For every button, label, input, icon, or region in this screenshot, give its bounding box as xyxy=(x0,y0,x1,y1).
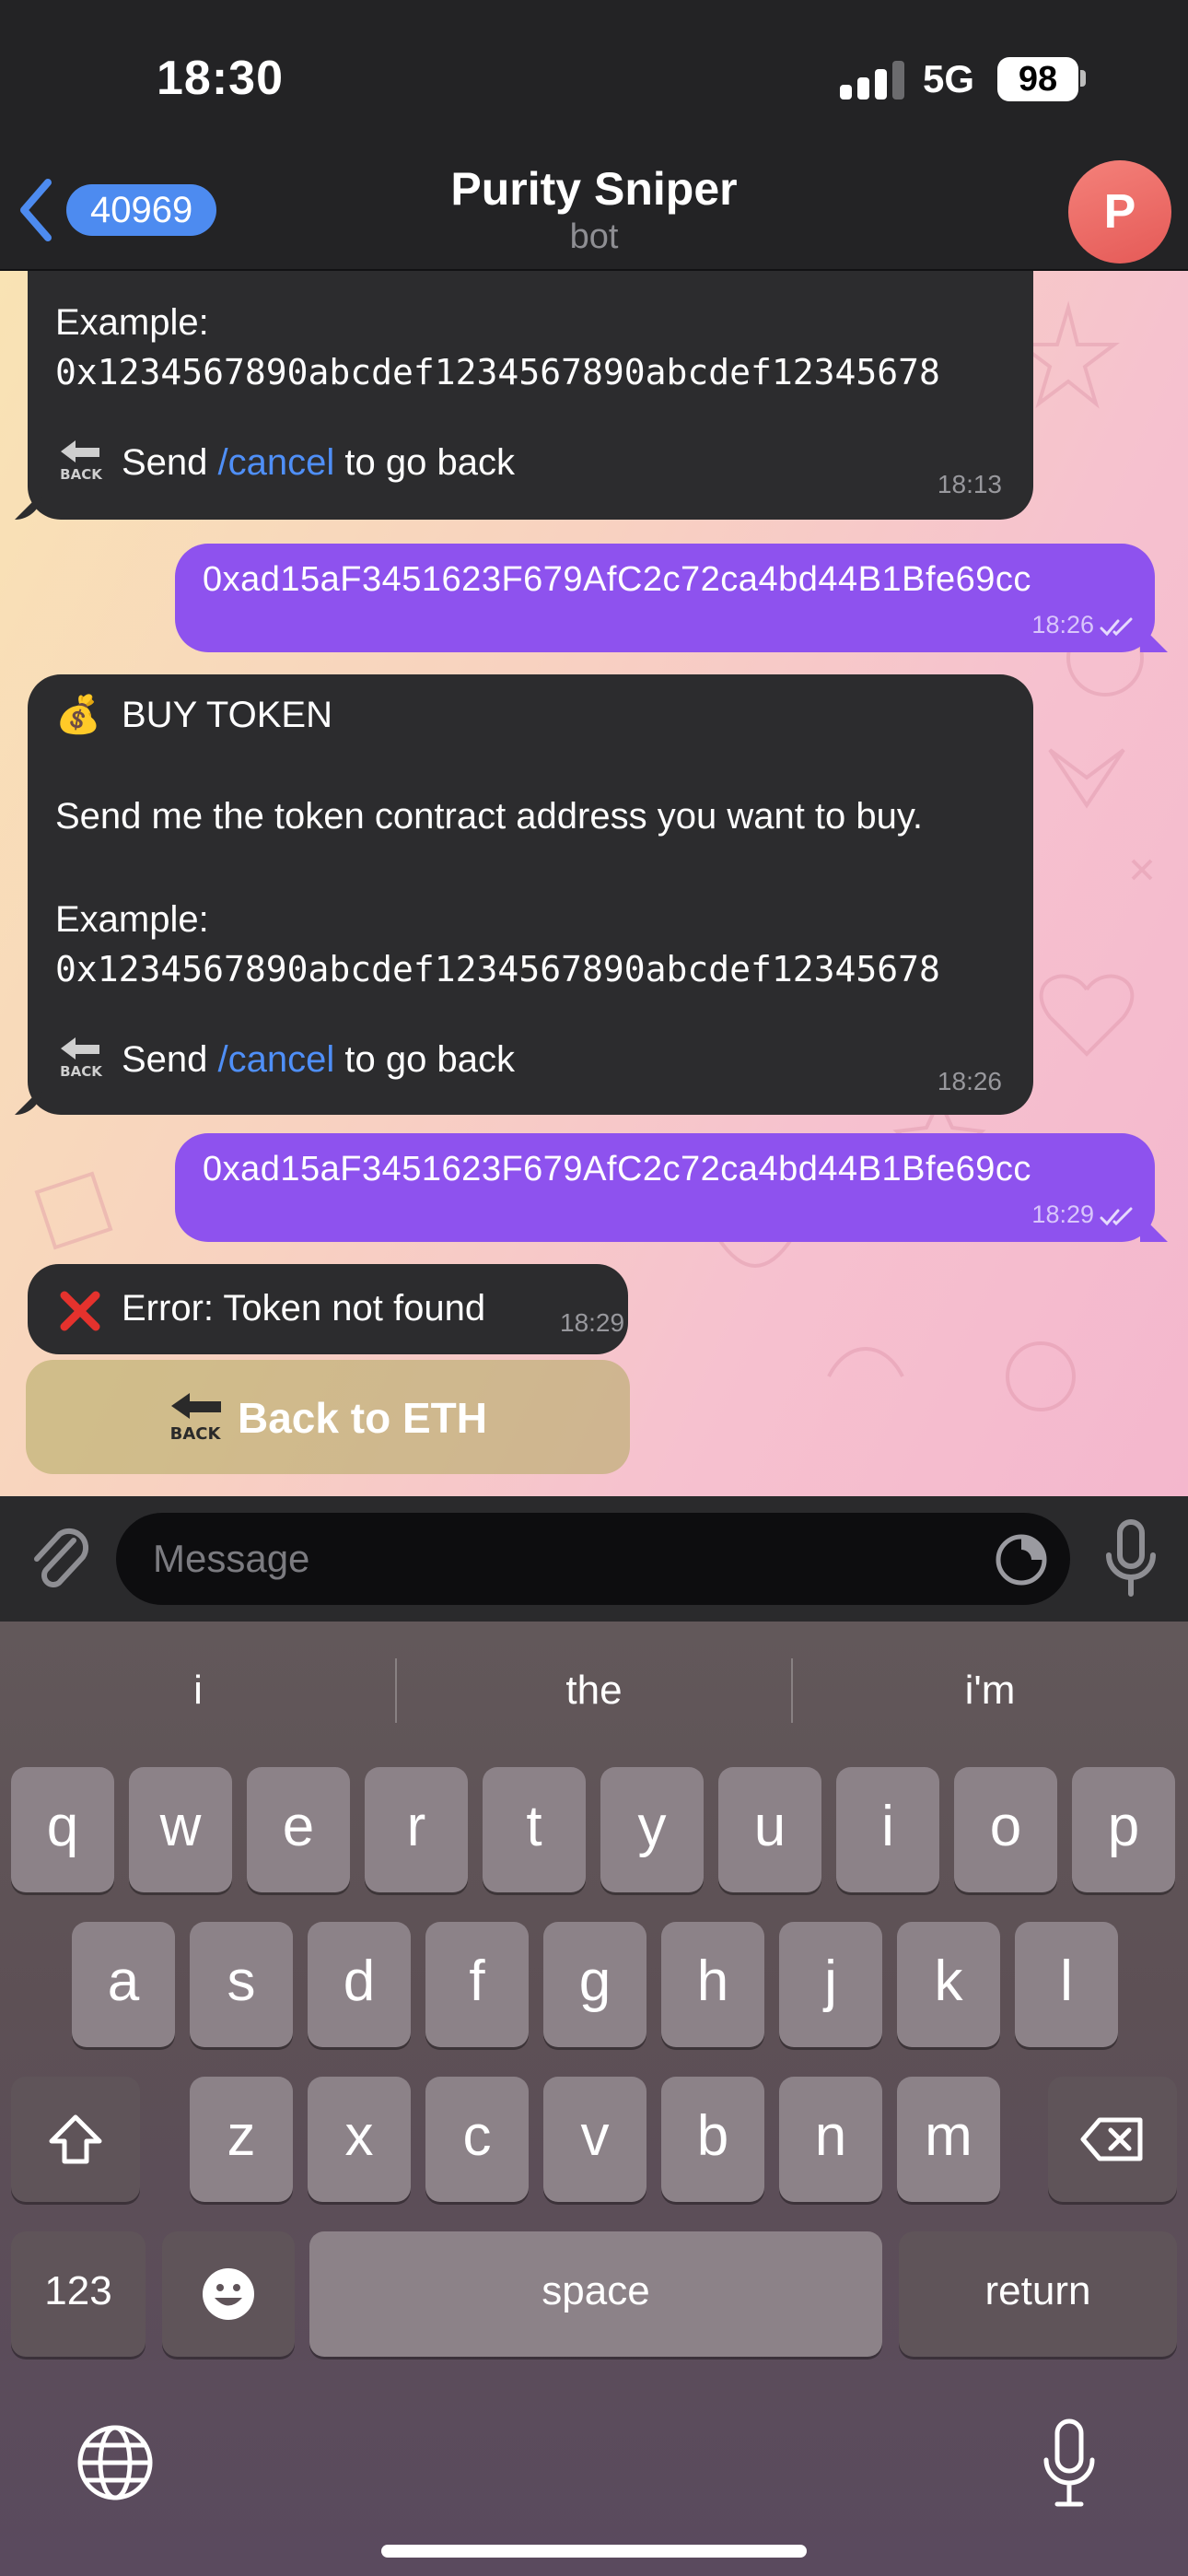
sticker-icon[interactable] xyxy=(993,1531,1050,1588)
key-e[interactable]: e xyxy=(247,1767,350,1892)
dictation-microphone-icon[interactable] xyxy=(1039,2418,1100,2510)
numbers-key[interactable]: 123 xyxy=(11,2231,146,2357)
cancel-suffix: to go back xyxy=(344,1039,515,1080)
suggestion-item[interactable]: i xyxy=(0,1622,396,1760)
network-label: 5G xyxy=(923,57,975,100)
key-c[interactable]: c xyxy=(425,2077,529,2202)
key-q[interactable]: q xyxy=(11,1767,114,1892)
message-body: Send me the token contract address you w… xyxy=(55,796,924,837)
key-y[interactable]: y xyxy=(600,1767,704,1892)
key-g[interactable]: g xyxy=(543,1922,646,2047)
home-indicator xyxy=(381,2545,807,2558)
outgoing-message[interactable]: 0xad15aF3451623F679AfC2c72ca4bd44B1Bfe69… xyxy=(175,1133,1168,1242)
error-message[interactable]: Error: Token not found 18:29 xyxy=(28,1264,628,1354)
message-heading: BUY TOKEN xyxy=(122,695,332,735)
back-emoji-icon: BACK xyxy=(60,1037,103,1080)
chat-area[interactable]: Example: 0x1234567890abcdef1234567890abc… xyxy=(0,271,1188,1496)
incoming-message[interactable]: Example: 0x1234567890abcdef1234567890abc… xyxy=(15,271,1033,520)
example-address: 0x1234567890abcdef1234567890abcdef123456… xyxy=(55,949,940,989)
globe-icon[interactable] xyxy=(76,2423,155,2502)
key-v[interactable]: v xyxy=(543,2077,646,2202)
cancel-prefix: Send xyxy=(122,1039,208,1080)
outgoing-text: 0xad15aF3451623F679AfC2c72ca4bd44B1Bfe69… xyxy=(203,560,1031,599)
chat-subtitle: bot xyxy=(569,217,619,256)
example-address: 0x1234567890abcdef1234567890abcdef123456… xyxy=(55,352,940,392)
chat-title[interactable]: Purity Sniper xyxy=(0,162,1188,216)
message-time: 18:29 xyxy=(560,1308,625,1337)
cancel-command-link[interactable]: /cancel xyxy=(218,1039,335,1080)
suggestion-bar: i the i'm xyxy=(0,1622,1188,1760)
suggestion-item[interactable]: i'm xyxy=(792,1622,1188,1760)
key-z[interactable]: z xyxy=(190,2077,293,2202)
return-key[interactable]: return xyxy=(899,2231,1177,2357)
key-w[interactable]: w xyxy=(129,1767,232,1892)
key-x[interactable]: x xyxy=(308,2077,411,2202)
key-h[interactable]: h xyxy=(661,1922,764,2047)
shift-key[interactable] xyxy=(11,2077,140,2202)
paperclip-icon[interactable] xyxy=(28,1524,92,1594)
key-f[interactable]: f xyxy=(425,1922,529,2047)
shift-icon xyxy=(49,2114,102,2164)
key-o[interactable]: o xyxy=(954,1767,1057,1892)
cancel-suffix: to go back xyxy=(344,442,515,483)
message-field[interactable] xyxy=(116,1513,1070,1605)
emoji-key[interactable] xyxy=(162,2231,295,2357)
message-time: 18:26 xyxy=(1031,611,1094,638)
money-bag-icon: 💰 xyxy=(55,695,101,735)
error-text: Error: Token not found xyxy=(122,1288,486,1329)
message-time: 18:29 xyxy=(1031,1200,1094,1228)
key-u[interactable]: u xyxy=(718,1767,821,1892)
emoji-icon xyxy=(203,2268,254,2320)
key-a[interactable]: a xyxy=(72,1922,175,2047)
key-t[interactable]: t xyxy=(483,1767,586,1892)
key-k[interactable]: k xyxy=(897,1922,1000,2047)
outgoing-text: 0xad15aF3451623F679AfC2c72ca4bd44B1Bfe69… xyxy=(203,1150,1031,1188)
keyboard: i the i'm q w e r t y u i o p a s d f g … xyxy=(0,1622,1188,2576)
message-time: 18:26 xyxy=(937,1067,1002,1095)
top-bar: 18:30 5G 98 40969 Purity Sniper bot P xyxy=(0,0,1188,271)
svg-text:BACK: BACK xyxy=(60,1063,103,1080)
cancel-command-link[interactable]: /cancel xyxy=(218,442,335,483)
back-to-eth-button[interactable]: BACK Back to ETH xyxy=(26,1360,630,1474)
key-r[interactable]: r xyxy=(365,1767,468,1892)
back-emoji-icon: BACK xyxy=(60,440,103,483)
svg-text:BACK: BACK xyxy=(60,466,103,483)
incoming-message[interactable]: 💰 BUY TOKEN Send me the token contract a… xyxy=(15,674,1033,1115)
microphone-icon[interactable] xyxy=(1101,1518,1160,1599)
example-label: Example: xyxy=(55,302,209,343)
battery-nub xyxy=(1080,70,1086,87)
key-m[interactable]: m xyxy=(897,2077,1000,2202)
suggestion-item[interactable]: the xyxy=(396,1622,792,1760)
message-input[interactable] xyxy=(153,1513,982,1605)
back-arrow-icon: BACK xyxy=(170,1393,222,1443)
cancel-hint: Send /cancel to go back xyxy=(122,442,515,484)
avatar[interactable]: P xyxy=(1068,160,1171,263)
key-s[interactable]: s xyxy=(190,1922,293,2047)
delete-key[interactable] xyxy=(1048,2077,1177,2202)
key-l[interactable]: l xyxy=(1015,1922,1118,2047)
key-d[interactable]: d xyxy=(308,1922,411,2047)
key-j[interactable]: j xyxy=(779,1922,882,2047)
cross-mark-icon xyxy=(60,1291,100,1331)
status-time: 18:30 xyxy=(157,52,284,105)
key-i[interactable]: i xyxy=(836,1767,939,1892)
battery-icon: 98 xyxy=(997,57,1078,101)
svg-text:BACK: BACK xyxy=(170,1424,222,1443)
cancel-prefix: Send xyxy=(122,442,208,483)
signal-icon xyxy=(840,61,904,100)
key-p[interactable]: p xyxy=(1072,1767,1175,1892)
read-checkmarks-icon xyxy=(1100,1207,1133,1226)
read-checkmarks-icon xyxy=(1100,617,1133,637)
cancel-hint: Send /cancel to go back xyxy=(122,1039,515,1081)
backspace-icon xyxy=(1080,2117,1143,2161)
back-to-eth-label: Back to ETH xyxy=(238,1394,487,1442)
example-label: Example: xyxy=(55,899,209,940)
message-time: 18:13 xyxy=(937,470,1002,498)
message-composer xyxy=(0,1496,1188,1622)
key-b[interactable]: b xyxy=(661,2077,764,2202)
key-n[interactable]: n xyxy=(779,2077,882,2202)
outgoing-message[interactable]: 0xad15aF3451623F679AfC2c72ca4bd44B1Bfe69… xyxy=(175,544,1168,652)
space-key[interactable]: space xyxy=(309,2231,882,2357)
